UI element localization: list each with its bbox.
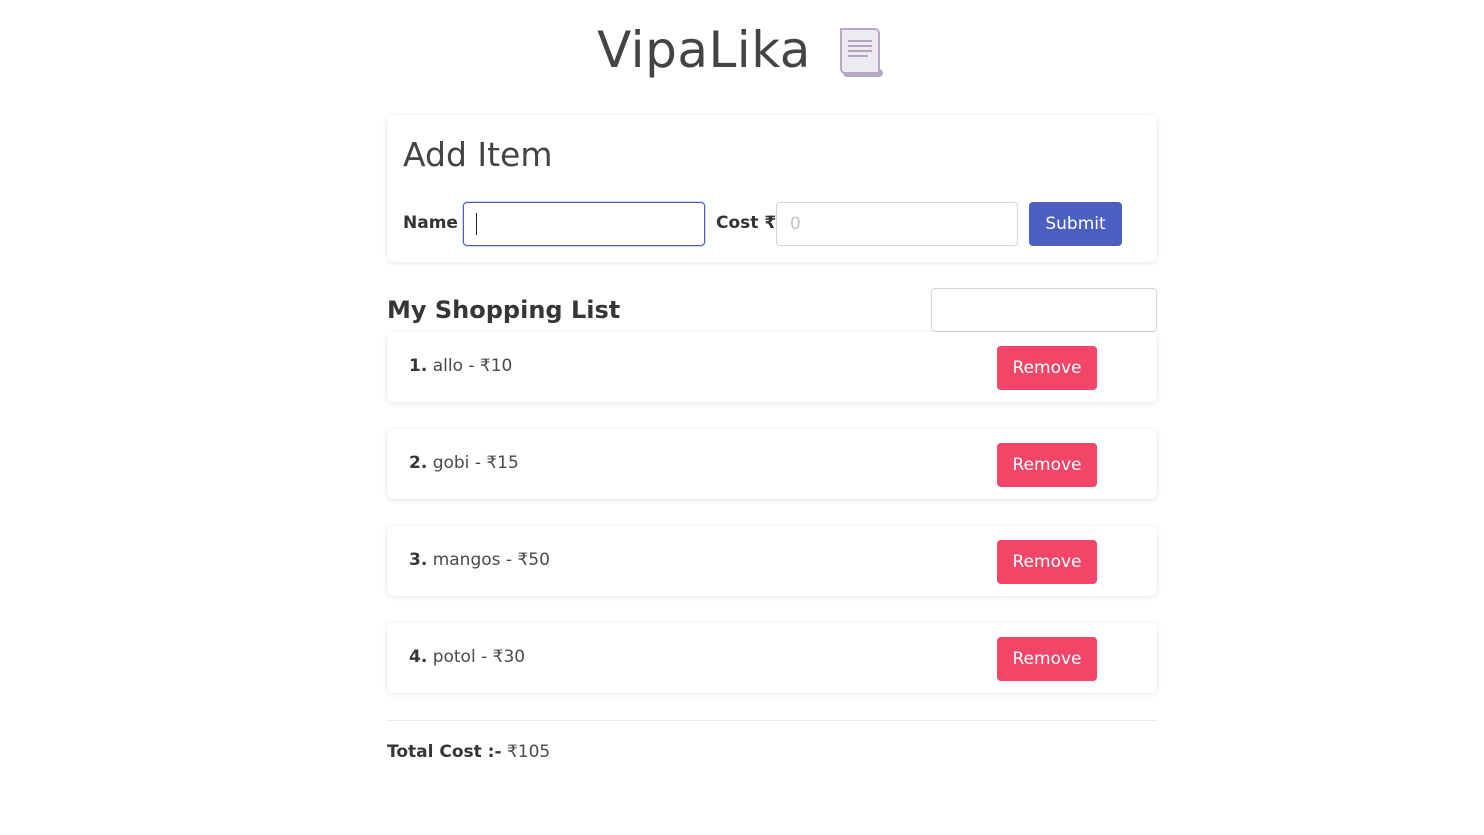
remove-button[interactable]: Remove: [997, 346, 1097, 390]
item-description: allo - ₹10: [432, 356, 513, 376]
total-cost: Total Cost :- ₹105: [387, 742, 550, 762]
add-item-card: Add Item Name Cost ₹ Submit: [387, 115, 1157, 262]
item-description: gobi - ₹15: [432, 453, 519, 473]
text-cursor: [476, 213, 477, 235]
item-description: mangos - ₹50: [432, 550, 550, 570]
item-number: 4.: [409, 647, 428, 667]
list-item: 1. allo - ₹10 Remove: [387, 332, 1157, 402]
item-description: potol - ₹30: [432, 647, 526, 667]
shopping-list-heading: My Shopping List: [387, 296, 621, 324]
total-cost-label: Total Cost :-: [387, 742, 502, 762]
scroll-icon: [835, 25, 887, 81]
remove-button[interactable]: Remove: [997, 540, 1097, 584]
app-header: VipaLika: [0, 14, 1484, 86]
divider: [387, 720, 1157, 721]
item-number: 3.: [409, 550, 428, 570]
item-number: 2.: [409, 453, 428, 473]
app-title: VipaLika: [597, 21, 811, 79]
cost-input[interactable]: [776, 202, 1018, 246]
cost-label: Cost ₹: [716, 213, 777, 233]
item-number: 1.: [409, 356, 428, 376]
list-item: 4. potol - ₹30 Remove: [387, 623, 1157, 693]
remove-button[interactable]: Remove: [997, 637, 1097, 681]
add-item-heading: Add Item: [403, 135, 553, 174]
name-label: Name: [403, 213, 458, 233]
search-input[interactable]: [931, 288, 1157, 332]
remove-button[interactable]: Remove: [997, 443, 1097, 487]
list-item: 2. gobi - ₹15 Remove: [387, 429, 1157, 499]
submit-button[interactable]: Submit: [1029, 202, 1122, 246]
name-input[interactable]: [463, 202, 705, 246]
list-item: 3. mangos - ₹50 Remove: [387, 526, 1157, 596]
total-cost-value: ₹105: [506, 742, 551, 762]
